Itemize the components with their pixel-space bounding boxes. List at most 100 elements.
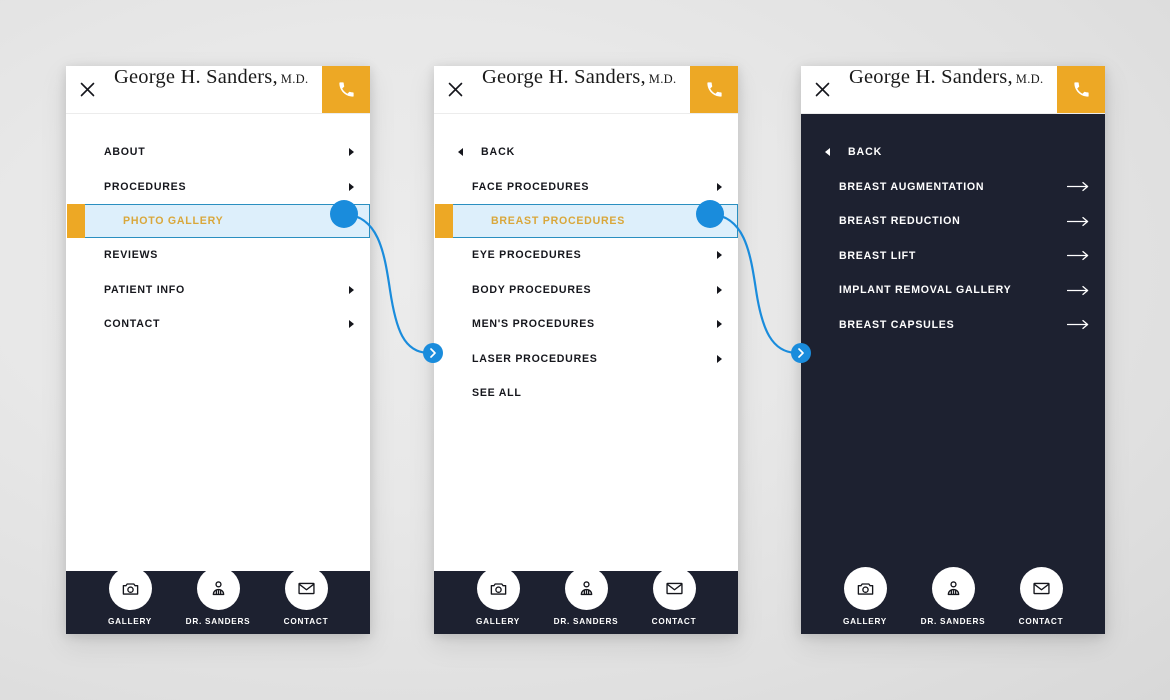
bottom-nav-contact[interactable]: CONTACT [1008,567,1074,626]
menu-list: BACK FACE PROCEDURES BREAST PROCEDURES E… [434,114,738,411]
bottom-nav-label: GALLERY [842,617,888,626]
phone-button[interactable] [322,66,370,113]
envelope-icon [652,567,696,610]
phone-button[interactable] [690,66,738,113]
long-arrow-right-icon [1067,216,1089,227]
menu-item-label: LASER PROCEDURES [472,352,598,365]
bottom-nav-label: GALLERY [107,617,153,626]
menu-item-label: BREAST LIFT [839,249,917,262]
menu-item-laser-procedures[interactable]: LASER PROCEDURES [434,342,738,377]
long-arrow-right-icon [1067,285,1089,296]
close-button[interactable] [801,66,843,113]
panel-header: George H. Sanders, M.D. [801,66,1105,114]
chevron-left-icon [825,148,830,157]
bottom-nav-dr-sanders[interactable]: DR. SANDERS [920,567,986,626]
phone-icon [706,82,722,97]
menu-list: ABOUT PROCEDURES PHOTO GALLERY REVIEWS P… [66,114,370,342]
menu-item-reviews[interactable]: REVIEWS [66,238,370,273]
menu-item-eye-procedures[interactable]: EYE PROCEDURES [434,238,738,273]
bottom-nav-label: CONTACT [1018,617,1064,626]
brand-suffix: M.D. [280,72,309,86]
menu-item-breast-reduction[interactable]: BREAST REDUCTION [801,204,1105,239]
chevron-right-icon [716,217,721,225]
menu-item-label: SEE ALL [472,387,522,400]
phone-panel-breast-procedures-menu: George H. Sanders, M.D. BACK BREAST AUGM… [801,66,1105,634]
menu-item-label: MEN'S PROCEDURES [472,318,595,331]
menu-item-label: BREAST AUGMENTATION [839,180,985,193]
bottom-nav-label: DR. SANDERS [920,617,986,626]
menu-item-about[interactable]: ABOUT [66,135,370,170]
panel-body: BACK BREAST AUGMENTATION BREAST REDUCTIO… [801,114,1105,634]
bottom-nav-label: CONTACT [283,617,329,626]
close-icon [448,82,462,97]
bottom-nav-bar: GALLERY DR. SANDERS CONTACT [66,567,370,634]
menu-item-breast-procedures[interactable]: BREAST PROCEDURES [435,204,738,238]
menu-item-body-procedures[interactable]: BODY PROCEDURES [434,273,738,308]
doctor-icon [564,567,608,610]
chevron-right-icon [349,182,354,191]
close-icon [815,82,829,97]
chevron-right-icon [717,182,722,191]
close-button[interactable] [66,66,108,113]
envelope-icon [284,567,328,610]
menu-item-breast-augmentation[interactable]: BREAST AUGMENTATION [801,170,1105,205]
menu-item-mens-procedures[interactable]: MEN'S PROCEDURES [434,307,738,342]
menu-item-implant-removal-gallery[interactable]: IMPLANT REMOVAL GALLERY [801,273,1105,308]
bottom-nav-label: GALLERY [475,617,521,626]
phone-icon [338,82,354,97]
menu-item-procedures[interactable]: PROCEDURES [66,170,370,205]
menu-item-label: PROCEDURES [104,180,187,193]
bottom-nav-label: CONTACT [651,617,697,626]
bottom-nav-bar: GALLERY DR. SANDERS CONTACT [434,567,738,634]
bottom-nav-bar: GALLERY DR. SANDERS CONTACT [801,567,1105,634]
menu-item-face-procedures[interactable]: FACE PROCEDURES [434,170,738,205]
bottom-nav-dr-sanders[interactable]: DR. SANDERS [185,567,251,626]
brand-suffix: M.D. [1015,72,1044,86]
close-button[interactable] [434,66,476,113]
doctor-icon [196,567,240,610]
brand-name: George H. Sanders, [114,66,278,88]
brand-name: George H. Sanders, [849,66,1013,88]
camera-icon [476,567,520,610]
active-indicator-tab [435,204,453,238]
brand-name: George H. Sanders, [482,66,646,88]
phone-icon [1073,82,1089,97]
menu-item-label: FACE PROCEDURES [472,180,590,193]
envelope-icon [1019,567,1063,610]
bottom-nav-gallery[interactable]: GALLERY [97,567,163,626]
bottom-nav-gallery[interactable]: GALLERY [832,567,898,626]
close-icon [80,82,94,97]
menu-item-breast-capsules[interactable]: BREAST CAPSULES [801,308,1105,343]
doctor-icon [931,567,975,610]
camera-icon [108,567,152,610]
bottom-nav-label: DR. SANDERS [553,617,619,626]
chevron-right-icon [717,285,722,294]
menu-list: BACK BREAST AUGMENTATION BREAST REDUCTIO… [801,114,1105,342]
active-indicator-tab [67,204,85,238]
menu-item-see-all[interactable]: SEE ALL [434,376,738,411]
menu-item-label: PATIENT INFO [104,283,185,296]
bottom-nav-contact[interactable]: CONTACT [641,567,707,626]
bottom-nav-dr-sanders[interactable]: DR. SANDERS [553,567,619,626]
bottom-nav-contact[interactable]: CONTACT [273,567,339,626]
menu-item-label: BREAST PROCEDURES [491,215,626,227]
menu-item-label: PHOTO GALLERY [123,215,224,227]
menu-item-back[interactable]: BACK [801,135,1105,170]
menu-item-label: BREAST CAPSULES [839,318,955,331]
menu-item-contact[interactable]: CONTACT [66,307,370,342]
menu-item-patient-info[interactable]: PATIENT INFO [66,273,370,308]
menu-item-photo-gallery[interactable]: PHOTO GALLERY [67,204,370,238]
menu-item-label: EYE PROCEDURES [472,249,582,262]
menu-item-label: CONTACT [104,318,161,331]
brand-title: George H. Sanders, M.D. [476,66,690,113]
chevron-right-icon [348,217,353,225]
bottom-nav-gallery[interactable]: GALLERY [465,567,531,626]
menu-item-back[interactable]: BACK [434,135,738,170]
chevron-right-icon [349,148,354,157]
menu-item-breast-lift[interactable]: BREAST LIFT [801,239,1105,274]
long-arrow-right-icon [1067,250,1089,261]
phone-button[interactable] [1057,66,1105,113]
panel-header: George H. Sanders, M.D. [66,66,370,114]
camera-icon [843,567,887,610]
long-arrow-right-icon [1067,319,1089,330]
